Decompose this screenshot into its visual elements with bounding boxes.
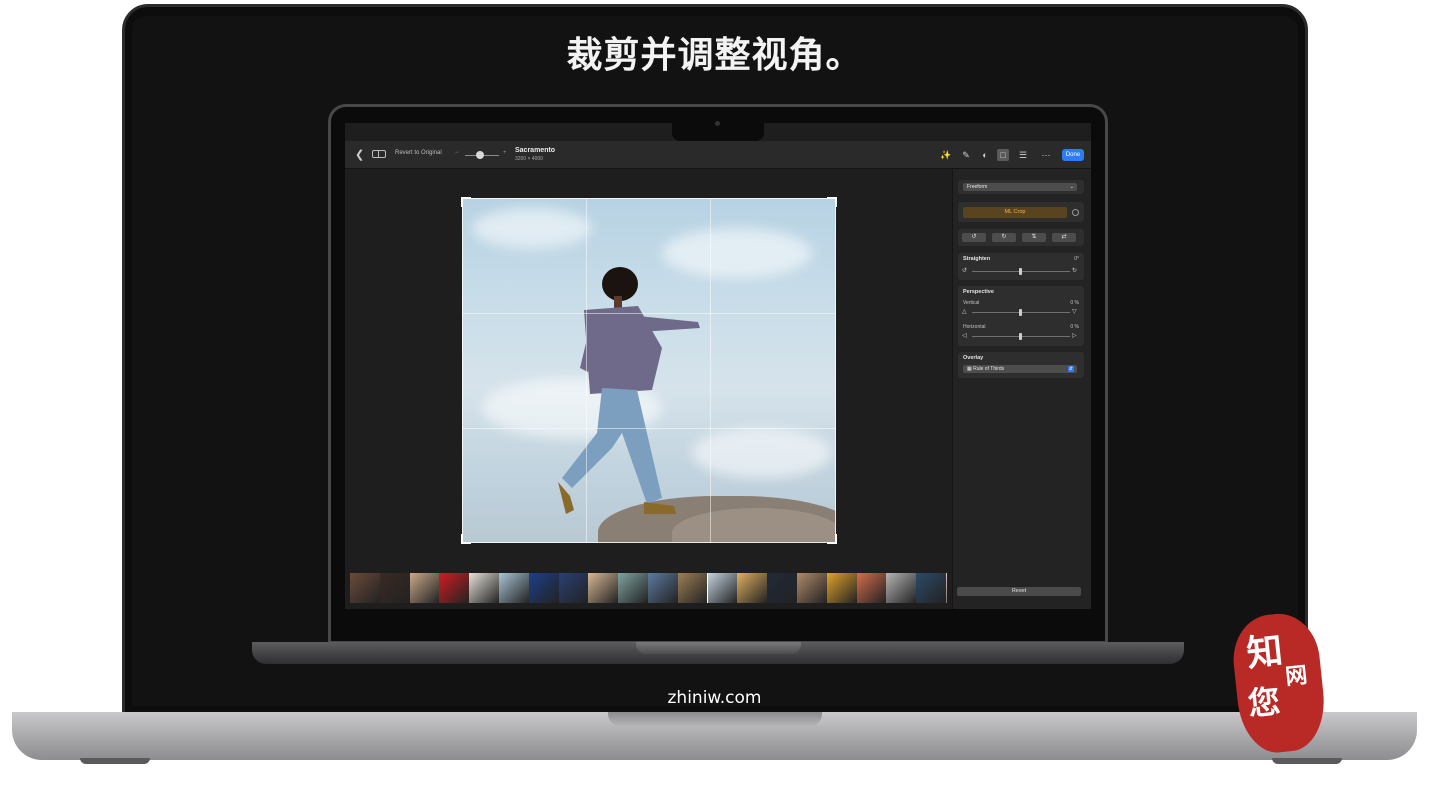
vertical-label: Vertical (963, 300, 980, 306)
filmstrip-thumbnail[interactable] (469, 573, 499, 603)
horizontal-label: Horizontal (963, 324, 986, 330)
retouch-icon[interactable]: ✎ (960, 149, 972, 161)
vertical-slider-knob[interactable] (1019, 309, 1022, 316)
straighten-section: Straighten 0° ↺ ↻ (958, 253, 1084, 280)
reset-button[interactable]: Reset (957, 587, 1081, 596)
filmstrip-thumbnail[interactable] (856, 573, 887, 603)
filmstrip-thumbnail[interactable] (886, 573, 917, 603)
camera-icon (715, 121, 720, 126)
zoom-slider-knob[interactable] (476, 151, 484, 159)
crop-frame[interactable] (461, 197, 837, 544)
filmstrip-thumbnail[interactable] (796, 573, 827, 603)
filmstrip-thumbnail[interactable] (409, 573, 440, 603)
filmstrip-thumbnail[interactable] (350, 573, 380, 603)
outer-laptop-hinge (608, 712, 822, 726)
rotate-right-icon[interactable]: ↻ (992, 233, 1016, 242)
filmstrip-thumbnail[interactable] (498, 573, 529, 603)
perspective-label: Perspective (963, 289, 994, 295)
photo-title: Sacramento (515, 147, 556, 154)
watermark-domain: zhiniw.com (667, 688, 762, 708)
filmstrip (350, 573, 947, 603)
filmstrip-thumbnail[interactable] (737, 573, 768, 603)
perspective-section: Perspective Vertical 0 % △ ▽ Horizontal … (958, 286, 1084, 346)
horizontal-value: 0 % (1070, 324, 1079, 330)
vertical-right-icon: ▽ (1072, 309, 1077, 315)
overlay-section: Overlay ▦ Rule of Thirds ⇵ (958, 352, 1084, 378)
done-button[interactable]: Done (1062, 149, 1084, 161)
overlay-label: Overlay (963, 355, 984, 361)
horizontal-left-icon: ◁ (962, 333, 967, 339)
seal-char: 知 (1244, 629, 1285, 676)
rotate-section: ↺ ↻ ⇅ ⇄ (958, 229, 1084, 246)
filmstrip-thumbnail[interactable] (647, 573, 678, 603)
zoom-out-icon[interactable]: − (455, 150, 459, 156)
crop-handle[interactable] (461, 197, 471, 207)
ml-crop-section: ML Crop (958, 202, 1084, 222)
aspect-dropdown[interactable]: Freeform ⌄ (963, 183, 1077, 191)
overlay-dropdown[interactable]: ▦ Rule of Thirds ⇵ (963, 365, 1077, 373)
flip-horizontal-icon[interactable]: ⇄ (1052, 233, 1076, 242)
flip-vertical-icon[interactable]: ⇅ (1022, 233, 1046, 242)
revert-button[interactable]: Revert to Original (395, 150, 442, 156)
crop-handle[interactable] (827, 197, 837, 207)
adjust-icon[interactable]: ☰ (1017, 149, 1029, 161)
app-toolbar: ❮ Revert to Original − + Sacramento 3200… (345, 141, 1091, 169)
zoom-in-icon[interactable]: + (503, 150, 507, 156)
vertical-value: 0 % (1070, 300, 1079, 306)
compare-icon[interactable] (372, 150, 386, 158)
headline: 裁剪并调整视角。 (566, 35, 863, 76)
seal-char: 您 (1246, 682, 1282, 724)
chevron-updown-icon: ⇵ (1067, 366, 1074, 372)
overlay-dropdown-value: Rule of Thirds (973, 366, 1005, 372)
more-icon[interactable]: ⋯ (1037, 149, 1055, 161)
vertical-left-icon: △ (962, 309, 967, 315)
rotate-left-icon[interactable]: ↺ (962, 233, 986, 242)
crop-handle[interactable] (461, 534, 471, 544)
filmstrip-thumbnail[interactable] (528, 573, 559, 603)
crop-icon[interactable]: □ (997, 149, 1009, 161)
filters-icon[interactable]: ◐ (979, 149, 991, 161)
filmstrip-thumbnail[interactable] (706, 573, 739, 603)
laptop-foot (80, 758, 150, 764)
crop-sidebar: Freeform ⌄ ML Crop ↺ ↻ ⇅ ⇄ Straighten 0°… (952, 169, 1091, 609)
straighten-left-icon: ↺ (962, 268, 968, 274)
laptop-foot (1272, 758, 1342, 764)
filmstrip-thumbnail[interactable] (916, 573, 946, 603)
ml-crop-button[interactable]: ML Crop (963, 207, 1067, 218)
back-icon[interactable]: ❮ (355, 148, 364, 161)
ml-crop-more-icon[interactable] (1072, 209, 1079, 216)
photo-dimensions: 3200 × 4000 (515, 156, 543, 162)
chevron-down-icon: ⌄ (1069, 184, 1074, 190)
aspect-dropdown-value: Freeform (967, 184, 988, 190)
straighten-right-icon: ↻ (1072, 268, 1078, 274)
filmstrip-thumbnail[interactable] (945, 573, 947, 603)
filmstrip-thumbnail[interactable] (558, 573, 589, 603)
filmstrip-thumbnail[interactable] (826, 573, 857, 603)
straighten-label: Straighten (963, 256, 991, 262)
inner-laptop-hinge (636, 642, 801, 654)
horizontal-right-icon: ▷ (1072, 333, 1077, 339)
filmstrip-thumbnail[interactable] (379, 573, 410, 603)
filmstrip-thumbnail[interactable] (439, 573, 470, 603)
straighten-slider-knob[interactable] (1019, 268, 1022, 275)
filmstrip-thumbnail[interactable] (767, 573, 797, 603)
filmstrip-thumbnail[interactable] (588, 573, 619, 603)
photos-app-window: ❮ Revert to Original − + Sacramento 3200… (345, 123, 1091, 609)
filmstrip-thumbnail[interactable] (677, 573, 708, 603)
auto-enhance-icon[interactable]: ✨ (940, 149, 952, 161)
crop-handle[interactable] (827, 534, 837, 544)
aspect-section: Freeform ⌄ (958, 180, 1084, 194)
filmstrip-thumbnail[interactable] (618, 573, 648, 603)
straighten-value: 0° (1074, 256, 1079, 262)
horizontal-slider-knob[interactable] (1019, 333, 1022, 340)
seal-char: 网 (1284, 662, 1309, 691)
